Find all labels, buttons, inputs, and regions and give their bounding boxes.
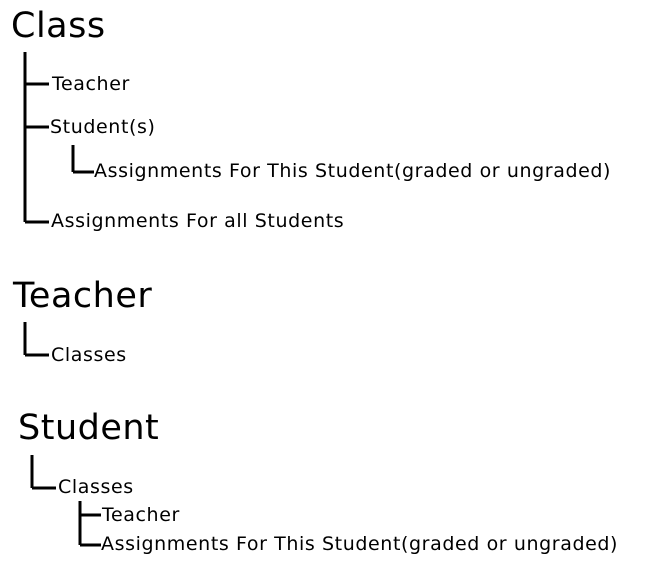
class-title: Class — [11, 6, 106, 46]
teacher-title: Teacher — [13, 276, 153, 316]
class-student-assignments-node: Assignments For This Student(graded or u… — [94, 160, 612, 182]
student-title: Student — [18, 408, 160, 448]
student-assignments-node: Assignments For This Student(graded or u… — [101, 533, 619, 555]
student-teacher-node: Teacher — [102, 504, 180, 526]
class-students-node: Student(s) — [50, 116, 156, 138]
teacher-classes-node: Classes — [51, 344, 127, 366]
student-classes-node: Classes — [58, 476, 134, 498]
class-all-assignments-node: Assignments For all Students — [51, 210, 345, 232]
class-teacher-node: Teacher — [52, 73, 130, 95]
